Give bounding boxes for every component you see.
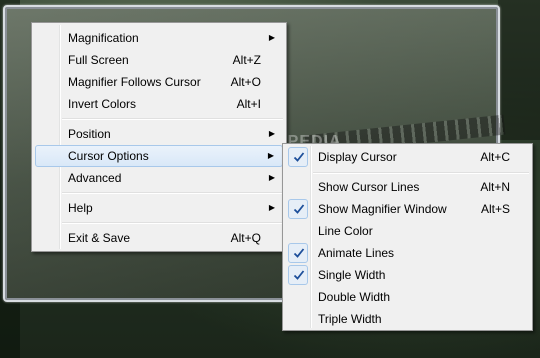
checkmark-icon <box>288 243 308 263</box>
submenu-arrow-icon: ▶ <box>268 129 275 138</box>
menu-item-cursor-options[interactable]: Cursor Options ▶ <box>35 145 283 167</box>
menu-item-label: Display Cursor <box>318 150 397 164</box>
submenu-arrow-icon: ▶ <box>268 33 275 42</box>
submenu-item-show-magnifier-window[interactable]: Show Magnifier Window Alt+S <box>286 198 529 220</box>
menu-item-label: Double Width <box>318 290 391 304</box>
menu-item-invert-colors[interactable]: Invert Colors Alt+I <box>35 93 283 115</box>
menu-item-position[interactable]: Position ▶ <box>35 123 283 145</box>
menu-item-magnification[interactable]: Magnification ▶ <box>35 27 283 49</box>
checkmark-icon <box>288 265 308 285</box>
menu-item-exit-save[interactable]: Exit & Save Alt+Q <box>35 227 283 249</box>
menu-item-label: Invert Colors <box>68 97 137 111</box>
submenu-arrow-icon: ▶ <box>268 203 275 212</box>
menu-item-shortcut: Alt+N <box>480 180 510 194</box>
menu-separator <box>62 118 283 120</box>
submenu-arrow-icon: ▶ <box>267 151 274 160</box>
menu-item-label: Line Color <box>318 224 373 238</box>
menu-item-full-screen[interactable]: Full Screen Alt+Z <box>35 49 283 71</box>
cursor-options-submenu: Display Cursor Alt+C Show Cursor Lines A… <box>282 143 533 331</box>
menu-item-shortcut: Alt+S <box>480 202 510 216</box>
menu-item-label: Position <box>68 127 111 141</box>
menu-item-magnifier-follows-cursor[interactable]: Magnifier Follows Cursor Alt+O <box>35 71 283 93</box>
menu-item-shortcut: Alt+C <box>480 150 510 164</box>
menu-item-label: Triple Width <box>318 312 382 326</box>
submenu-item-single-width[interactable]: Single Width <box>286 264 529 286</box>
menu-separator <box>62 192 283 194</box>
submenu-item-display-cursor[interactable]: Display Cursor Alt+C <box>286 146 529 168</box>
menu-item-label: Single Width <box>318 268 386 282</box>
menu-item-label: Show Cursor Lines <box>318 180 420 194</box>
menu-separator <box>62 222 283 224</box>
checkmark-icon <box>288 147 308 167</box>
checkmark-icon <box>288 199 308 219</box>
menu-item-label: Animate Lines <box>318 246 395 260</box>
menu-item-label: Exit & Save <box>68 231 131 245</box>
submenu-arrow-icon: ▶ <box>268 173 275 182</box>
menu-item-label: Magnifier Follows Cursor <box>68 75 201 89</box>
menu-item-label: Advanced <box>68 171 122 185</box>
background-tree <box>498 0 540 140</box>
submenu-item-show-cursor-lines[interactable]: Show Cursor Lines Alt+N <box>286 176 529 198</box>
submenu-item-triple-width[interactable]: Triple Width <box>286 308 529 330</box>
submenu-item-line-color[interactable]: Line Color <box>286 220 529 242</box>
context-menu: Magnification ▶ Full Screen Alt+Z Magnif… <box>31 22 287 252</box>
submenu-item-animate-lines[interactable]: Animate Lines <box>286 242 529 264</box>
menu-item-advanced[interactable]: Advanced ▶ <box>35 167 283 189</box>
menu-item-label: Magnification <box>68 31 139 45</box>
menu-item-label: Full Screen <box>68 53 129 67</box>
menu-item-help[interactable]: Help ▶ <box>35 197 283 219</box>
menu-item-shortcut: Alt+Q <box>230 231 261 245</box>
menu-item-shortcut: Alt+Z <box>232 53 261 67</box>
menu-item-label: Help <box>68 201 93 215</box>
menu-item-shortcut: Alt+I <box>236 97 261 111</box>
menu-item-label: Cursor Options <box>68 149 149 163</box>
menu-item-shortcut: Alt+O <box>230 75 261 89</box>
submenu-item-double-width[interactable]: Double Width <box>286 286 529 308</box>
menu-item-label: Show Magnifier Window <box>318 202 447 216</box>
menu-separator <box>313 172 529 174</box>
